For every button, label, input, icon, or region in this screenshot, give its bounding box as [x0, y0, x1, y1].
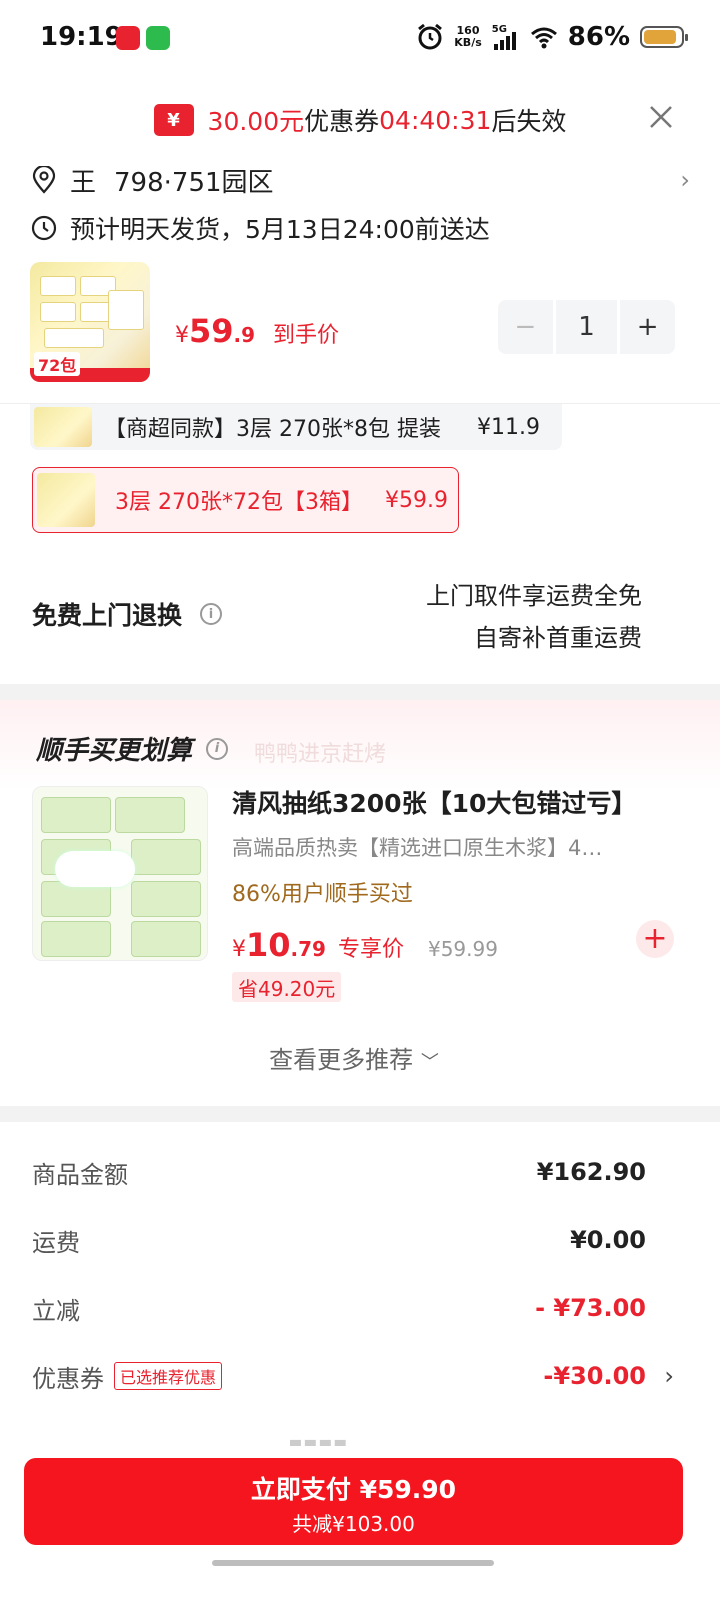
recommend-product-image[interactable] — [32, 786, 208, 961]
product-pack-badge: 72包 — [34, 352, 81, 376]
delivery-text: 预计明天发货，5月13日24:00前送达 — [70, 215, 490, 244]
coupon-row-label: 优惠券 — [32, 1364, 104, 1393]
recommend-bought-rate: 86%用户顺手买过 — [232, 882, 413, 907]
recommend-desc: 高端品质热卖【精选进口原生木浆】4… — [232, 836, 603, 860]
coupon-suffix: 后失效 — [491, 107, 567, 136]
location-pin-icon — [32, 166, 56, 194]
sku-price: ¥59.9 — [384, 487, 448, 513]
coupon-recommend-tag: 已选推荐优惠 — [114, 1362, 223, 1390]
sku-thumbnail — [34, 407, 92, 447]
close-icon[interactable] — [647, 103, 675, 131]
decrease-button[interactable]: − — [498, 300, 553, 354]
chevron-right-icon: › — [680, 166, 690, 194]
net-speed: 160 KB/s — [454, 24, 482, 49]
cell-signal-icon: 5G — [492, 24, 520, 50]
sku-thumbnail — [37, 473, 95, 527]
faded-text: ▪▪▪▪ — [288, 1432, 348, 1446]
sku-option-selected[interactable]: 3层 270张*72包【3箱】 ¥59.9 — [32, 467, 459, 533]
section-divider — [0, 1106, 720, 1122]
product-price: ¥ 59 .9 到手价 — [175, 312, 340, 350]
section-divider — [0, 684, 720, 700]
return-service: 免费上门退换 i — [32, 596, 223, 632]
info-icon[interactable]: i — [206, 737, 229, 760]
quantity-value[interactable]: 1 — [555, 300, 618, 354]
recommend-title[interactable]: 清风抽纸3200张【10大包错过亏】 — [232, 784, 636, 820]
recommend-price: ¥ 10 .79 专享价 ¥59.99 — [232, 926, 498, 964]
return-service-note: 上门取件享运费全免 自寄补首重运费 — [426, 582, 642, 652]
coupon-ticket-icon: ¥ — [153, 104, 194, 136]
wechat-notification-icon — [146, 26, 170, 50]
product-image[interactable]: 72包 — [30, 262, 150, 382]
goods-amount-row: 商品金额 ¥162.90 — [32, 1158, 646, 1189]
coupon-label: 优惠券 — [304, 107, 380, 136]
discount-row: 立减 - ¥73.00 — [32, 1294, 646, 1325]
status-right: 160 KB/s 5G 86% — [416, 22, 688, 52]
buy-together-subtitle: 鸭鸭进京赶烤 — [254, 742, 387, 767]
return-service-title: 免费上门退换 — [32, 601, 183, 630]
sku-title: 3层 270张*72包【3箱】 — [115, 490, 363, 515]
coupon-banner: ¥ 30.00元 优惠券 04:40:31 后失效 — [0, 95, 720, 145]
pay-now-button[interactable]: 立即支付 ¥59.90 共减¥103.00 — [24, 1458, 683, 1545]
address-row[interactable]: 王 798·751园区 › — [30, 160, 690, 200]
buy-together-title: 顺手买更划算 i — [36, 730, 229, 767]
quantity-stepper: − 1 + — [498, 300, 676, 354]
info-icon[interactable]: i — [200, 603, 223, 625]
add-to-order-button[interactable]: + — [636, 920, 674, 958]
app-notification-icon — [116, 26, 140, 50]
status-bar: 19:19 160 KB/s 5G 86% — [0, 0, 720, 76]
clock-icon — [31, 215, 57, 241]
battery-percent: 86% — [567, 22, 630, 52]
home-indicator[interactable] — [212, 1560, 494, 1566]
pay-label: 立即支付 ¥59.90 — [250, 1475, 457, 1504]
sku-option[interactable]: 【商超同款】3层 270张*8包 提装 ¥11.9 — [30, 404, 562, 450]
coupon-row[interactable]: 优惠券 已选推荐优惠 -¥30.00 › — [32, 1356, 674, 1396]
coupon-amount: 30.00元 — [207, 107, 305, 136]
address-name: 王 — [70, 167, 97, 198]
address-location: 798·751园区 — [114, 167, 274, 198]
coupon-row-value: -¥30.00 — [543, 1362, 646, 1390]
alarm-icon — [418, 23, 443, 50]
sku-price: ¥11.9 — [477, 414, 540, 440]
chevron-down-icon: ﹀ — [420, 1052, 439, 1073]
view-more-link[interactable]: 查看更多推荐 ﹀ — [0, 1040, 708, 1075]
sku-title: 【商超同款】3层 270张*8包 提装 — [104, 417, 441, 442]
delivery-row: 预计明天发货，5月13日24:00前送达 — [30, 208, 690, 248]
shipping-row: 运费 ¥0.00 — [32, 1226, 646, 1257]
battery-icon — [640, 26, 688, 48]
chevron-right-icon: › — [664, 1362, 674, 1390]
save-badge: 省49.20元 — [232, 972, 342, 1002]
wifi-icon — [530, 27, 557, 49]
coupon-countdown: 04:40:31 — [379, 105, 492, 135]
status-time: 19:19 — [40, 22, 123, 52]
original-price: ¥59.99 — [427, 937, 498, 961]
increase-button[interactable]: + — [620, 300, 676, 354]
pay-saved: 共减¥103.00 — [292, 1512, 415, 1536]
